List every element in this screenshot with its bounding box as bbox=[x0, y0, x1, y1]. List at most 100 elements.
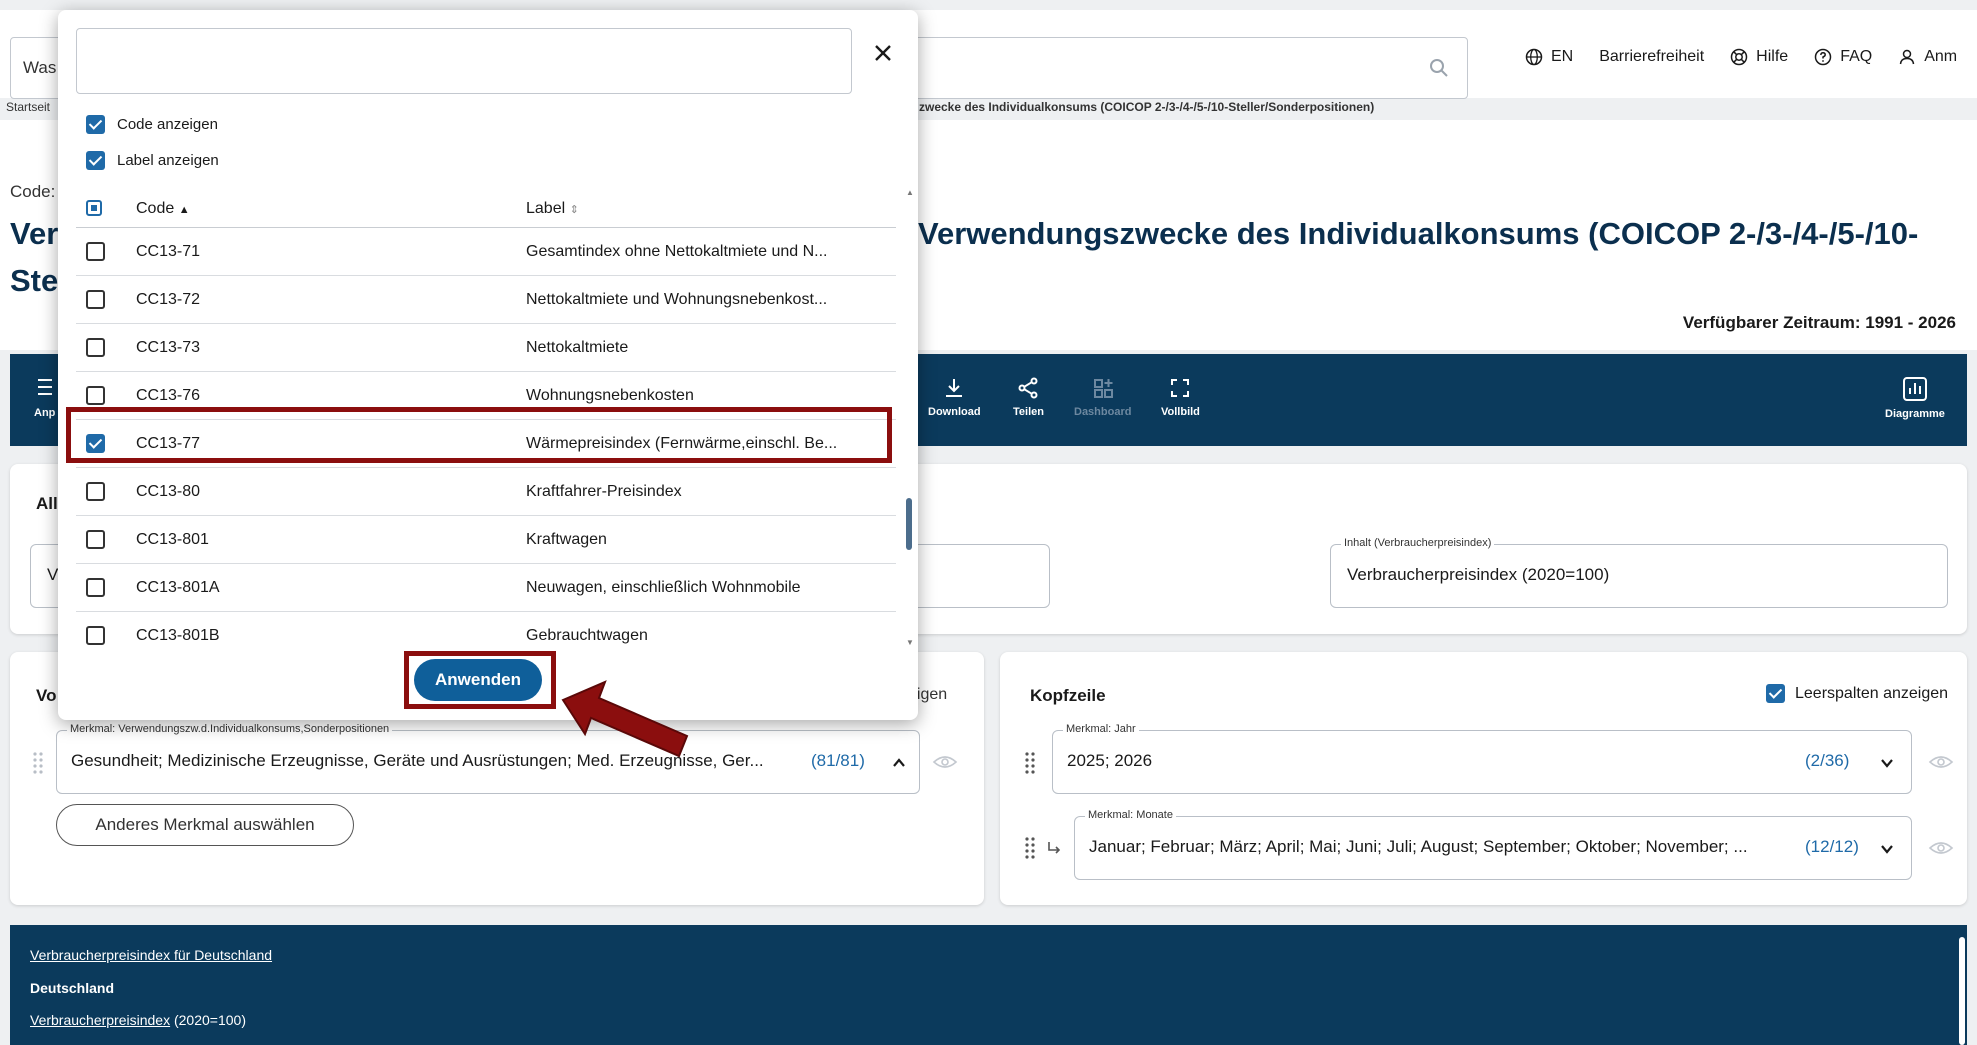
table-title-link[interactable]: Verbraucherpreisindex für Deutschland bbox=[30, 947, 272, 963]
close-icon[interactable] bbox=[866, 36, 900, 70]
feature-selection-dialog: Code anzeigen Label anzeigen Code ▲ Labe… bbox=[58, 10, 918, 720]
login-link[interactable]: Anm bbox=[1898, 48, 1957, 66]
row-checkbox[interactable] bbox=[86, 530, 105, 549]
list-item[interactable]: CC13-801 Kraftwagen bbox=[76, 516, 896, 564]
dialog-search-input[interactable] bbox=[76, 28, 852, 94]
show-code-label: Code anzeigen bbox=[117, 116, 218, 133]
empty-columns-toggle[interactable]: Leerspalten anzeigen bbox=[1766, 684, 1948, 703]
list-item[interactable]: CC13-73 Nettokaltmiete bbox=[76, 324, 896, 372]
show-code-checkbox[interactable] bbox=[86, 115, 105, 134]
empty-columns-label: Leerspalten anzeigen bbox=[1795, 684, 1949, 702]
row-code: CC13-73 bbox=[136, 339, 201, 356]
row-label: Nettokaltmiete bbox=[526, 339, 629, 356]
accessibility-label: Barrierefreiheit bbox=[1599, 48, 1705, 65]
row-feature-select[interactable]: Merkmal: Verwendungszw.d.Individualkonsu… bbox=[56, 723, 920, 794]
empty-columns-checkbox[interactable] bbox=[1766, 684, 1785, 703]
help-label: Hilfe bbox=[1756, 48, 1789, 65]
chevron-down-icon[interactable] bbox=[1879, 755, 1895, 771]
column-config-title: Kopfzeile bbox=[1030, 686, 1106, 705]
row-feature-count: (81/81) bbox=[811, 751, 865, 770]
download-button[interactable]: Download bbox=[928, 376, 981, 418]
page-title-line2: Ste bbox=[10, 263, 59, 298]
accessibility-link[interactable]: Barrierefreiheit bbox=[1599, 48, 1704, 66]
row-checkbox[interactable] bbox=[86, 578, 105, 597]
eye-icon[interactable] bbox=[932, 753, 958, 771]
content-info: Verbraucherpreisindex (2020=100) bbox=[30, 1012, 246, 1028]
search-icon[interactable] bbox=[1427, 56, 1451, 80]
list-item[interactable]: CC13-801A Neuwagen, einschließlich Wohnmo… bbox=[76, 564, 896, 612]
content-legend: Inhalt (Verbraucherpreisindex) bbox=[1341, 537, 1495, 549]
subdirectory-arrow-icon bbox=[1048, 842, 1061, 854]
select-all-checkbox[interactable] bbox=[86, 200, 102, 216]
label-column-header[interactable]: Label ⇕ bbox=[526, 200, 579, 218]
breadcrumb-start[interactable]: Startseit bbox=[6, 100, 50, 114]
region-label: Deutschland bbox=[30, 980, 115, 996]
list-item[interactable]: CC13-71 Gesamtindex ohne Nettokaltmiete u… bbox=[76, 228, 896, 276]
chevron-down-icon[interactable] bbox=[1879, 841, 1895, 857]
dashboard-add-icon bbox=[1093, 379, 1113, 398]
row-checkbox[interactable] bbox=[86, 338, 105, 357]
year-legend: Merkmal: Jahr bbox=[1063, 723, 1139, 735]
row-code: CC13-71 bbox=[136, 243, 201, 260]
highlight-apply-button bbox=[404, 651, 556, 709]
pointer-arrow-icon bbox=[561, 680, 689, 758]
drag-handle-icon[interactable] bbox=[1024, 835, 1036, 861]
code-column-header[interactable]: Code ▲ bbox=[136, 200, 190, 218]
row-checkbox[interactable] bbox=[86, 482, 105, 501]
show-code-option[interactable]: Code anzeigen bbox=[86, 115, 218, 134]
row-checkbox[interactable] bbox=[86, 386, 105, 405]
month-value: Januar; Februar; März; April; Mai; Juni;… bbox=[1089, 837, 1748, 856]
help-link[interactable]: Hilfe bbox=[1730, 48, 1788, 66]
adjust-label: Anp bbox=[34, 407, 56, 419]
scroll-down-icon[interactable]: ▼ bbox=[906, 638, 914, 647]
list-scrollbar[interactable]: ▲ ▼ bbox=[904, 188, 914, 650]
available-period: Verfügbarer Zeitraum: 1991 - 2026 bbox=[1682, 313, 1956, 332]
download-icon bbox=[946, 379, 963, 397]
choose-other-feature-button[interactable]: Anderes Merkmal auswählen bbox=[56, 804, 354, 846]
eye-icon[interactable] bbox=[1928, 839, 1954, 857]
page-title-start: Ver bbox=[10, 216, 59, 251]
top-nav: EN Barrierefreiheit Hilfe FAQ Anm bbox=[1525, 48, 1977, 66]
list-item[interactable]: CC13-72 Nettokaltmiete und Wohnungsnebenk… bbox=[76, 276, 896, 324]
eye-icon[interactable] bbox=[1928, 753, 1954, 771]
row-feature-legend: Merkmal: Verwendungszw.d.Individualkonsu… bbox=[67, 723, 393, 735]
faq-link[interactable]: FAQ bbox=[1814, 48, 1872, 66]
share-button[interactable]: Teilen bbox=[1013, 376, 1044, 418]
scrollbar-thumb[interactable] bbox=[906, 498, 912, 550]
row-code: CC13-801B bbox=[136, 627, 220, 644]
chevron-up-icon[interactable] bbox=[891, 755, 907, 771]
scroll-up-icon[interactable]: ▲ bbox=[906, 188, 914, 197]
table-header-info: Verbraucherpreisindex für Deutschland De… bbox=[10, 925, 1967, 1045]
content-link[interactable]: Verbraucherpreisindex bbox=[30, 1012, 170, 1028]
fullscreen-button[interactable]: Vollbild bbox=[1161, 376, 1200, 418]
login-label: Anm bbox=[1924, 48, 1958, 65]
row-checkbox[interactable] bbox=[86, 242, 105, 261]
language-switch[interactable]: EN bbox=[1525, 48, 1573, 66]
fullscreen-icon bbox=[1171, 379, 1190, 397]
show-label-option[interactable]: Label anzeigen bbox=[86, 151, 219, 170]
list-item[interactable]: CC13-80 Kraftfahrer-Preisindex bbox=[76, 468, 896, 516]
year-select[interactable]: Merkmal: Jahr 2025; 2026 (2/36) bbox=[1052, 723, 1912, 794]
charts-button[interactable]: Diagramme bbox=[1885, 376, 1945, 420]
content-unit: (2020=100) bbox=[170, 1012, 246, 1028]
adjust-button[interactable]: Anp bbox=[34, 376, 56, 419]
page-title: Verwendungszwecke des Individualkonsums … bbox=[918, 216, 1919, 251]
sort-asc-icon: ▲ bbox=[178, 204, 190, 216]
bar-chart-icon bbox=[1902, 377, 1927, 401]
faq-label: FAQ bbox=[1840, 48, 1873, 65]
row-checkbox[interactable] bbox=[86, 626, 105, 645]
month-select[interactable]: Merkmal: Monate Januar; Februar; März; A… bbox=[1074, 809, 1912, 880]
month-count: (12/12) bbox=[1805, 837, 1859, 856]
row-code: CC13-801A bbox=[136, 579, 220, 596]
drag-handle-icon[interactable] bbox=[32, 750, 44, 776]
search-placeholder: Was bbox=[23, 58, 57, 77]
show-label-checkbox[interactable] bbox=[86, 151, 105, 170]
drag-handle-icon[interactable] bbox=[1024, 750, 1036, 776]
content-select[interactable]: Inhalt (Verbraucherpreisindex) Verbrauch… bbox=[1330, 537, 1948, 608]
footer-scrollbar[interactable] bbox=[1959, 937, 1965, 1045]
column-config-card: Kopfzeile Leerspalten anzeigen Merkmal: … bbox=[1000, 652, 1967, 905]
highlight-selected-row bbox=[66, 407, 892, 463]
row-label: Gebrauchtwagen bbox=[526, 627, 648, 644]
list-item[interactable]: CC13-801B Gebrauchtwagen bbox=[76, 612, 896, 650]
row-checkbox[interactable] bbox=[86, 290, 105, 309]
